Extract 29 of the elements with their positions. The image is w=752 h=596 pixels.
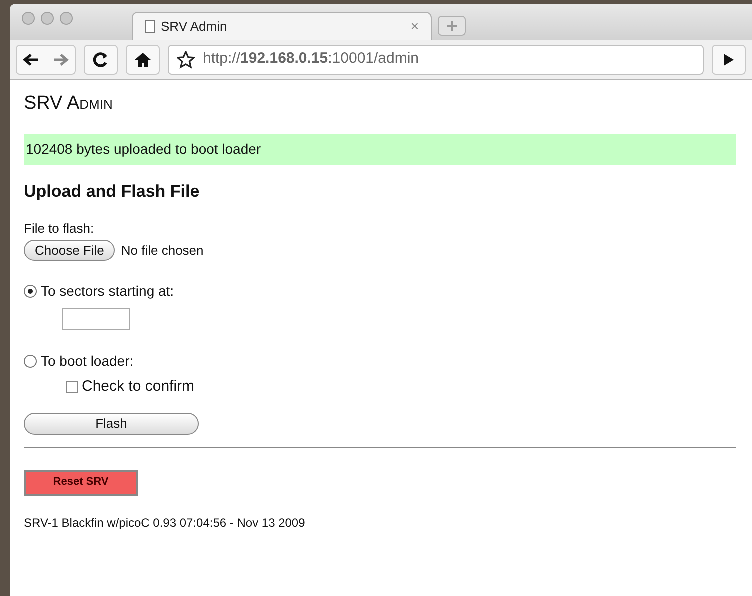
radio-label: To boot loader: — [41, 352, 134, 371]
radio-label: To sectors starting at: — [41, 282, 174, 301]
star-icon[interactable] — [177, 50, 195, 68]
reload-icon[interactable] — [93, 52, 109, 68]
new-tab-button[interactable] — [438, 16, 466, 36]
choose-file-button[interactable]: Choose File — [24, 240, 116, 261]
flash-button[interactable]: Flash — [24, 412, 199, 434]
radio-button[interactable] — [24, 355, 37, 368]
play-icon[interactable] — [723, 52, 735, 66]
back-icon[interactable] — [23, 52, 39, 66]
field-label: File to flash: — [24, 220, 96, 238]
browser-tab[interactable]: SRV Admin × — [132, 12, 432, 40]
radio-button[interactable] — [24, 285, 37, 298]
footer-text: SRV-1 Blackfin w/picoC 0.93 07:04:56 - Nov 13 2009 — [24, 514, 306, 532]
page-title: SRV Admin — [24, 92, 114, 116]
page-icon — [145, 20, 155, 33]
url-text: http://192.168.0.15:10001/admin — [203, 49, 420, 70]
checkbox-label: Check to confirm — [82, 377, 195, 397]
status-message: 102408 bytes uploaded to boot loader — [24, 134, 736, 165]
checkbox[interactable] — [66, 381, 78, 394]
forward-icon[interactable] — [53, 52, 69, 66]
reset-button[interactable]: Reset SRV — [24, 470, 138, 496]
plus-icon — [446, 20, 458, 32]
file-status: No file chosen — [121, 242, 204, 260]
section-heading: Upload and Flash File — [24, 181, 201, 203]
address-bar[interactable]: http://192.168.0.15:10001/admin — [168, 44, 704, 74]
address-field[interactable] — [62, 308, 130, 330]
home-icon[interactable] — [134, 52, 152, 68]
tab-title: SRV Admin — [161, 18, 228, 36]
